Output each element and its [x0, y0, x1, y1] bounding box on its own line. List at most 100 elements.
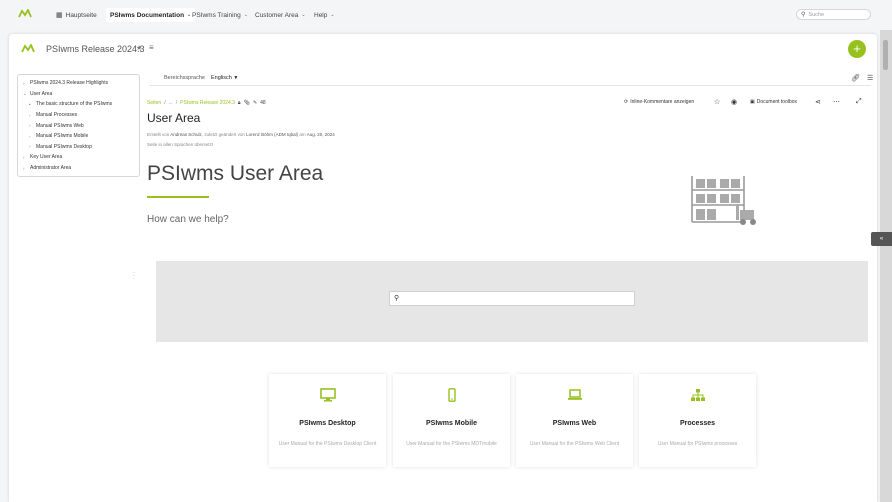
nav-documentation[interactable]: PSIwms Documentation ⌄ — [106, 8, 196, 22]
mobile-icon — [447, 388, 456, 402]
favorite-star-icon[interactable]: ☆ — [714, 98, 720, 106]
tile-psiwms-mobile[interactable]: PSIwms Mobile User Manual for the PSIwms… — [393, 374, 510, 467]
more-icon[interactable]: ⋯ — [833, 98, 840, 106]
page-title: User Area — [147, 111, 201, 125]
tree-item-label: User Area — [30, 90, 53, 97]
nav-documentation-label: PSIwms Documentation — [110, 11, 185, 19]
nav-training[interactable]: PSIwms Training ⌄ — [192, 9, 248, 21]
tile-title: PSIwms Mobile — [426, 420, 477, 427]
tree-item-label: Administrator Area — [30, 165, 72, 172]
space-language-label: Bereichssprache — [164, 75, 205, 81]
chevron-down-icon: ⌄ — [330, 12, 335, 18]
space-logo-icon — [21, 44, 35, 53]
bullet-icon[interactable]: • — [29, 102, 33, 107]
chevron-right-icon[interactable]: › — [23, 155, 27, 160]
tree-item[interactable]: › Manual PSIwms Mobile — [18, 131, 139, 142]
tree-item[interactable]: › Manual Processes — [18, 110, 139, 121]
hero-underline — [147, 196, 209, 198]
tree-item[interactable]: › Manual PSIwms Desktop — [18, 142, 139, 153]
chevron-right-icon[interactable]: › — [29, 134, 33, 139]
tree-item[interactable]: ⌄ User Area — [18, 89, 139, 100]
breadcrumb-ellipsis[interactable]: ... — [169, 100, 173, 106]
warehouse-forklift-icon — [691, 176, 756, 225]
top-navigation: ▦ Hauptseite PSIwms Documentation ⌄ PSIw… — [0, 0, 892, 30]
breadcrumb-current[interactable]: PSIwms Release 2024.3 — [180, 100, 235, 106]
page-meta: Erstellt von Andreas Schulz, zuletzt geä… — [147, 132, 335, 137]
menu-icon[interactable]: ≡ — [149, 43, 154, 52]
tile-description: User Manual for the PSIwms Web Client — [529, 441, 620, 447]
tile-description: User Manual for PSIwms processes — [657, 441, 738, 447]
drag-handle-icon[interactable]: · · · — [133, 270, 135, 282]
meta-created-label: Erstellt von — [147, 132, 170, 137]
refresh-icon: ⟳ — [624, 99, 629, 105]
tile-title: Processes — [679, 420, 716, 427]
tile-psiwms-desktop[interactable]: PSIwms Desktop User Manual for the PSIwm… — [269, 374, 386, 467]
tree-item[interactable]: › PSIwms 2024.3 Release Highlights — [18, 78, 139, 89]
nav-help[interactable]: Help ⌄ — [314, 9, 335, 21]
list-icon[interactable]: ☰ — [867, 74, 873, 82]
tree-item-label: Key User Area — [30, 154, 63, 161]
language-value: Englisch — [211, 75, 232, 81]
inline-comments-label: Inline-Kommentare anzeigen — [630, 99, 695, 105]
toolbox-icon: ▣ — [750, 99, 755, 105]
star-icon[interactable]: ★ — [136, 44, 142, 52]
document-toolbox-button[interactable]: ▣ Document toolbox — [750, 99, 797, 105]
tree-item-label: Manual Processes — [36, 112, 78, 119]
space-language-select[interactable]: Englisch ▼ — [211, 75, 238, 81]
tree-item[interactable]: › Administrator Area — [18, 163, 139, 174]
search-placeholder: Suche — [808, 11, 825, 18]
tile-processes[interactable]: Processes User Manual for PSIwms process… — [639, 374, 756, 467]
translation-note: Seite in allen Sprachen übersetzt — [147, 142, 214, 147]
chevron-down-icon: ⌄ — [301, 12, 306, 18]
tree-item-label: Manual PSIwms Mobile — [36, 133, 89, 140]
tile-description: User Manual for the PSIwms Desktop Clien… — [278, 441, 377, 447]
tree-item-label: Manual PSIwms Desktop — [36, 143, 92, 150]
meta-changed-label: , zuletzt geändert von — [201, 132, 245, 137]
tile-description: User Manual for the PSIwms MDTmobile — [406, 441, 497, 447]
lock-icon[interactable]: 🔒︎ — [238, 100, 241, 106]
attachment-icon[interactable]: 📎︎ — [244, 100, 250, 106]
meta-author[interactable]: Andreas Schulz — [170, 132, 202, 137]
meta-date[interactable]: Aug. 20, 2024 — [307, 132, 335, 137]
global-search-input[interactable]: ⚲ Suche — [796, 9, 871, 20]
nav-customer-area[interactable]: Customer Area ⌄ — [255, 9, 306, 21]
share-icon[interactable]: ⋖ — [815, 98, 821, 106]
breadcrumb-root[interactable]: Seiten — [147, 100, 161, 106]
browser-scrollbar[interactable] — [880, 30, 892, 502]
expand-icon[interactable]: ⤢ — [856, 98, 862, 106]
chevron-right-icon[interactable]: › — [29, 144, 33, 149]
psi-logo-icon[interactable] — [18, 9, 32, 19]
breadcrumb: Seiten / ... / PSIwms Release 2024.3 🔒︎ … — [147, 100, 266, 106]
tree-item[interactable]: • The basic structure of the PSIwms — [18, 99, 139, 110]
inline-comments-toggle[interactable]: ⟳ Inline-Kommentare anzeigen — [624, 99, 694, 105]
hero-subtitle: How can we help? — [147, 214, 229, 225]
chevron-right-icon[interactable]: › — [29, 123, 33, 128]
create-button[interactable]: + — [848, 40, 866, 58]
tile-psiwms-web[interactable]: PSIwms Web User Manual for the PSIwms We… — [516, 374, 633, 467]
space-title[interactable]: PSIwms Release 2024.3 — [46, 44, 145, 54]
content-search-input[interactable]: ⚲ — [389, 291, 635, 306]
content-toolbar: Bereichssprache Englisch ▼ 🔗︎ ☰ — [149, 72, 873, 86]
meta-editor[interactable]: Lorenz Böhm (ADM Iqbal) — [246, 132, 298, 137]
tree-item-label: The basic structure of the PSIwms — [36, 101, 113, 108]
breadcrumb-sep: / — [164, 100, 166, 106]
chevron-right-icon[interactable]: › — [23, 81, 27, 86]
tree-item[interactable]: › Key User Area — [18, 152, 139, 163]
chevron-down-icon[interactable]: ⌄ — [23, 91, 27, 97]
scrollbar-thumb[interactable] — [883, 40, 888, 70]
nav-training-label: PSIwms Training — [192, 11, 241, 19]
chevron-right-icon[interactable]: › — [23, 166, 27, 171]
sidebar-toggle-icon[interactable]: « — [871, 232, 892, 246]
tile-title: PSIwms Web — [552, 420, 597, 427]
nav-help-label: Help — [314, 11, 328, 19]
edit-icon[interactable]: ✎ — [253, 100, 257, 106]
tree-item-label: Manual PSIwms Web — [36, 122, 84, 129]
desktop-icon — [319, 388, 336, 402]
tree-item[interactable]: › Manual PSIwms Web — [18, 120, 139, 131]
watch-eye-icon[interactable]: ◉ — [731, 98, 737, 106]
nav-customer-label: Customer Area — [255, 11, 299, 19]
nav-home[interactable]: ▦ Hauptseite — [56, 9, 97, 21]
chevron-right-icon[interactable]: › — [29, 113, 33, 118]
link-icon[interactable]: 🔗︎ — [851, 74, 860, 82]
search-icon: ⚲ — [801, 12, 806, 18]
